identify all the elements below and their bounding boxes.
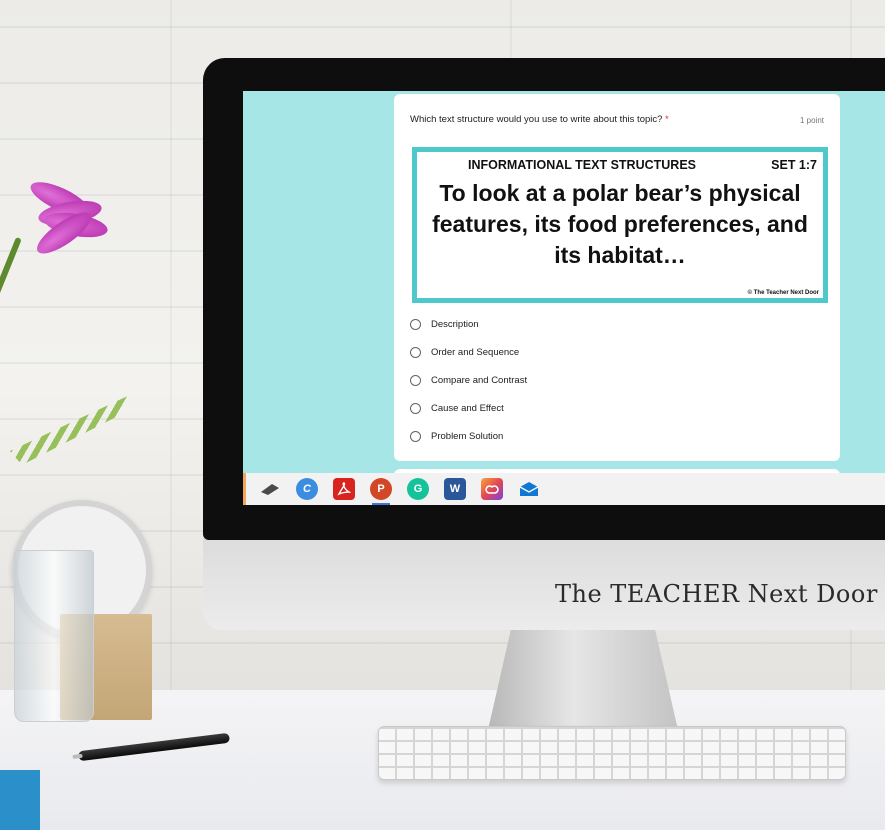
monitor-screen: Which text structure would you use to wr… bbox=[243, 91, 885, 505]
acrobat-icon[interactable] bbox=[333, 478, 355, 500]
monitor-brand-logo: The TEACHER Next Door bbox=[555, 580, 878, 608]
blue-object-decoration bbox=[0, 770, 40, 830]
option-description[interactable]: Description bbox=[410, 310, 527, 338]
keyboard bbox=[378, 726, 846, 780]
radio-button-icon[interactable] bbox=[410, 346, 421, 358]
radio-button-icon[interactable] bbox=[410, 402, 421, 414]
option-label: Description bbox=[431, 318, 479, 330]
creative-cloud-icon[interactable] bbox=[481, 478, 503, 500]
monitor-stand bbox=[488, 630, 678, 730]
question-image-copyright: © The Teacher Next Door bbox=[747, 290, 819, 296]
word-icon[interactable]: W bbox=[444, 478, 466, 500]
flower-decoration bbox=[26, 175, 110, 261]
mail-icon[interactable] bbox=[518, 478, 540, 500]
option-problem-solution[interactable]: Problem Solution bbox=[410, 422, 527, 450]
powerpoint-icon[interactable]: P bbox=[370, 478, 392, 505]
question-image-prompt: To look at a polar bear’s physical featu… bbox=[432, 180, 808, 268]
grammarly-icon[interactable]: G bbox=[407, 478, 429, 500]
option-label: Problem Solution bbox=[431, 430, 504, 442]
screencast-icon[interactable] bbox=[259, 478, 281, 500]
option-order-and-sequence[interactable]: Order and Sequence bbox=[410, 338, 527, 366]
question-card: Which text structure would you use to wr… bbox=[394, 94, 840, 461]
points-label: 1 point bbox=[799, 116, 824, 125]
question-label: Which text structure would you use to wr… bbox=[410, 114, 663, 125]
option-cause-and-effect[interactable]: Cause and Effect bbox=[410, 394, 527, 422]
option-compare-and-contrast[interactable]: Compare and Contrast bbox=[410, 366, 527, 394]
radio-button-icon[interactable] bbox=[410, 318, 421, 330]
radio-button-icon[interactable] bbox=[410, 430, 421, 442]
taskbar: C P G W bbox=[243, 473, 885, 505]
option-label: Order and Sequence bbox=[431, 346, 520, 358]
question-image-set: SET 1:7 bbox=[771, 158, 817, 172]
canva-icon[interactable]: C bbox=[296, 478, 318, 500]
question-image-title: INFORMATIONAL TEXT STRUCTURES bbox=[467, 158, 696, 172]
option-label: Compare and Contrast bbox=[431, 374, 528, 386]
question-text: Which text structure would you use to wr… bbox=[410, 114, 669, 125]
water-glass-decoration bbox=[14, 550, 94, 722]
option-label: Cause and Effect bbox=[431, 402, 504, 414]
answer-options: Description Order and Sequence Compare a… bbox=[410, 310, 527, 450]
question-image: INFORMATIONAL TEXT STRUCTURES SET 1:7 To… bbox=[412, 147, 828, 303]
required-asterisk: * bbox=[665, 114, 669, 125]
radio-button-icon[interactable] bbox=[410, 374, 421, 386]
